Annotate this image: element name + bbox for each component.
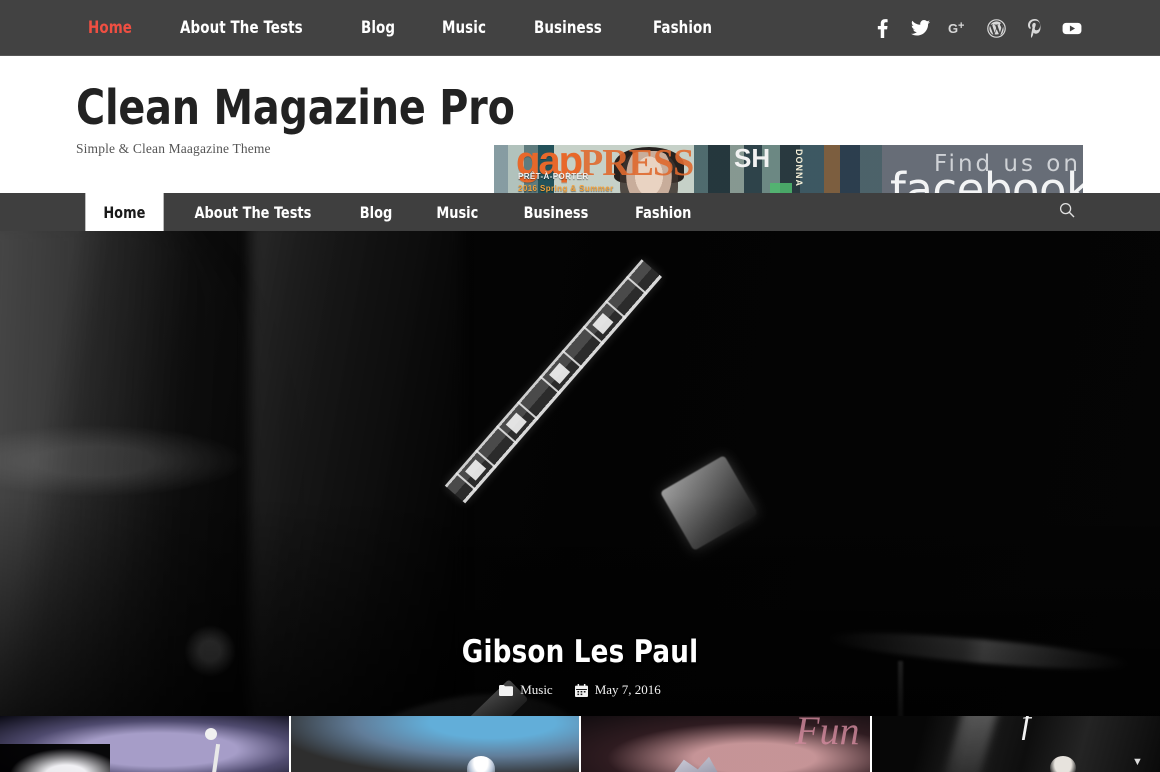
site-title[interactable]: Clean Magazine Pro	[76, 84, 515, 133]
main-navigation-bar: Home About The Tests Blog Music Business…	[0, 193, 1160, 231]
main-navigation: Home About The Tests Blog Music Business…	[81, 193, 715, 231]
thumbnail-1-figure	[0, 744, 110, 772]
nav-item-music[interactable]: Music	[418, 193, 496, 231]
topnav-item-about-the-tests[interactable]: About The Tests	[180, 18, 303, 38]
ad-sub-pret: PRÊT-À-PORTER	[518, 172, 589, 181]
topnav-item-blog[interactable]: Blog	[361, 18, 395, 38]
top-navigation: Home About The Tests Blog Music Business…	[88, 18, 763, 38]
facebook-icon[interactable]	[872, 18, 892, 38]
thumbnail-1[interactable]	[0, 716, 289, 772]
youtube-icon[interactable]	[1062, 18, 1082, 38]
nav-item-home[interactable]: Home	[85, 193, 164, 231]
site-header: Clean Magazine Pro Simple & Clean Maagaz…	[0, 57, 1160, 217]
top-bar: Home About The Tests Blog Music Business…	[0, 0, 1160, 56]
ad-side-text: DONNA	[794, 149, 804, 187]
search-toggle[interactable]	[1059, 193, 1075, 231]
topnav-item-business[interactable]: Business	[534, 18, 602, 38]
ad-sh-text: SH	[734, 145, 771, 173]
hero-date-label: May 7, 2016	[594, 682, 661, 697]
hero-category[interactable]: Music	[499, 682, 553, 698]
nav-item-fashion[interactable]: Fashion	[617, 193, 709, 231]
nav-item-business[interactable]: Business	[506, 193, 607, 231]
topnav-item-music[interactable]: Music	[442, 18, 486, 38]
branding: Clean Magazine Pro Simple & Clean Maagaz…	[76, 84, 553, 157]
pinterest-icon[interactable]	[1024, 18, 1044, 38]
thumbnail-4-singer	[1049, 756, 1076, 772]
nav-item-blog[interactable]: Blog	[341, 193, 409, 231]
hero-featured-post[interactable]: Gibson Les Paul Music May 7, 2016	[0, 231, 1160, 716]
hero-date[interactable]: May 7, 2016	[574, 682, 661, 698]
hero-title[interactable]: Gibson Les Paul	[35, 634, 1125, 670]
hero-guitar-neck	[444, 259, 663, 504]
google-plus-icon[interactable]: G +	[948, 18, 968, 38]
nav-item-about-the-tests[interactable]: About The Tests	[176, 193, 329, 231]
svg-text:+: +	[958, 21, 964, 32]
wordpress-icon[interactable]	[986, 18, 1006, 38]
thumbnail-4[interactable]: f ▼	[871, 716, 1160, 772]
thumbnail-4-accent: ▼	[1132, 756, 1143, 768]
twitter-icon[interactable]	[910, 18, 930, 38]
svg-text:G: G	[948, 21, 958, 35]
hero-meta: Music May 7, 2016	[0, 682, 1160, 698]
thumbnail-4-light-beam	[936, 716, 1001, 772]
thumbnail-1-microphone	[205, 728, 217, 740]
thumbnail-2-performer	[466, 756, 495, 772]
search-icon[interactable]	[1059, 202, 1075, 223]
thumbnail-3[interactable]: Fun	[581, 716, 870, 772]
thumbnail-3-script-text: Fun	[795, 716, 860, 753]
folder-icon	[499, 684, 514, 696]
hero-caption: Gibson Les Paul Music May 7, 2016	[0, 634, 1160, 698]
social-links: G +	[872, 0, 1082, 56]
hero-category-label: Music	[520, 682, 553, 697]
topnav-item-fashion[interactable]: Fashion	[653, 18, 712, 38]
thumbnail-2[interactable]	[290, 716, 579, 772]
post-thumbnail-strip: Fun f ▼	[0, 716, 1160, 772]
topnav-item-home[interactable]: Home	[88, 18, 132, 38]
site-tagline: Simple & Clean Maagazine Theme	[76, 140, 271, 156]
thumbnail-4-script-text: f	[1021, 716, 1031, 741]
thumbnail-3-rock	[667, 756, 723, 772]
ad-sub-season: 2016 Spring & Summer	[518, 183, 614, 193]
calendar-icon	[574, 683, 588, 697]
